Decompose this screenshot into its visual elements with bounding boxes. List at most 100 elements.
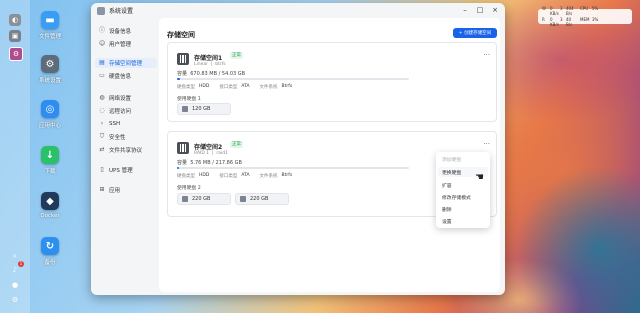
sidebar-item-security[interactable]: ⛉ 安全性 (95, 132, 157, 142)
apps-grid-icon[interactable]: ⚙ (9, 47, 23, 61)
maximize-button[interactable]: □ (476, 6, 484, 14)
pool-context-menu: 添加硬盘 更换硬盘 扩容 修改存储模式 删除 设置 (436, 152, 490, 228)
docker-icon: ◆ (41, 192, 59, 210)
window-title: 系统设置 (109, 8, 134, 15)
capacity-label: 容量 (177, 160, 188, 166)
sidebar-item-label: 设备信息 (109, 29, 132, 35)
filesystem-label: 文件系统 (259, 174, 278, 179)
app-docker[interactable]: ◆ Docker (35, 192, 65, 219)
settings-sidebar: ⓘ 设备信息 ☺ 用户管理 ▤ 存储空间管理 ▭ 硬盘信息 ◍ 网络设置 ◌ 远程访问 › S… (91, 18, 157, 295)
sidebar-item-users[interactable]: ☺ 用户管理 (95, 39, 157, 49)
hdd-icon (182, 106, 188, 112)
sidebar-item-label: 存储空间管理 (109, 61, 143, 67)
left-dock: ◐ ▣ ⚙ ⌕ ♪ 1 ● ⚙ (0, 0, 30, 313)
backup-icon: ↻ (41, 237, 59, 255)
interface-label: 接口类型 (219, 174, 238, 179)
disk-type-value: HDD (199, 173, 210, 178)
user-icon[interactable]: ● (9, 279, 21, 291)
read-label: R (542, 17, 545, 22)
sidebar-item-network[interactable]: ◍ 网络设置 (95, 93, 157, 103)
hand-cursor-icon: ☚ (475, 172, 484, 183)
more-options-icon[interactable]: ··· (483, 51, 490, 59)
info-icon: ⓘ (99, 27, 106, 34)
sidebar-item-label: 安全性 (109, 135, 126, 141)
disk-chip[interactable]: 220 GB (177, 193, 231, 205)
app-file-manager[interactable]: ▬ 文件管理 (35, 11, 65, 40)
status-badge: 正常 (230, 52, 243, 59)
window-titlebar[interactable]: 系统设置 – □ × (91, 3, 505, 18)
app-download[interactable]: ↓ 下载 (35, 146, 65, 175)
capacity-label: 容量 (177, 71, 188, 77)
sidebar-item-ssh[interactable]: › SSH (95, 119, 157, 129)
storage-pool-icon (177, 142, 189, 154)
menu-item-replace-disk[interactable]: 更换硬盘 (442, 169, 461, 176)
hdd-icon (240, 196, 246, 202)
filesystem-label: 文件系统 (259, 85, 278, 90)
app-system-settings[interactable]: ⚙ 系统设置 (35, 55, 65, 84)
minimize-button[interactable]: – (461, 6, 469, 14)
remote-icon: ◌ (99, 107, 105, 114)
apps-icon: ⊞ (99, 186, 105, 193)
disk-type-label: 硬盘类型 (177, 85, 195, 90)
app-app-center[interactable]: ◎ 应用中心 (35, 100, 65, 129)
shield-icon: ⛉ (99, 133, 105, 140)
pool-fs-short: raid1 (216, 151, 228, 156)
write-label: W (542, 6, 546, 11)
menu-item-expand[interactable]: 扩容 (442, 182, 452, 189)
sidebar-item-label: UPS 管理 (109, 168, 133, 174)
app-center-icon: ◎ (41, 100, 59, 118)
storage-icon: ▤ (99, 59, 105, 66)
interface-label: 接口类型 (219, 85, 238, 90)
network-icon: ◍ (99, 94, 105, 101)
disks-used-label: 使用硬盘 1 (177, 97, 201, 102)
cpu-value: 5% (592, 6, 599, 11)
disk-chip[interactable]: 120 GB (177, 103, 231, 115)
sidebar-item-label: 远程访问 (109, 109, 132, 115)
user-icon: ☺ (99, 40, 106, 47)
interface-value: ATA (241, 173, 250, 178)
interface-value: ATA (241, 84, 250, 89)
pool-capacity: 容量 5.76 MB / 217.86 GB (177, 159, 242, 166)
capacity-bar (177, 78, 409, 80)
menu-item-change-mode[interactable]: 修改存储模式 (442, 194, 471, 201)
close-button[interactable]: × (491, 6, 499, 14)
cpu-label: CPU (580, 6, 589, 11)
settings-app-icon (97, 6, 105, 15)
disk-chip[interactable]: 220 GB (235, 193, 289, 205)
page-title: 存储空间 (167, 31, 195, 39)
disk-type-value: HDD (199, 84, 210, 89)
settings-icon[interactable]: ⚙ (9, 294, 21, 306)
app-backup[interactable]: ↻ 备份 (35, 237, 65, 266)
hide-icon[interactable]: ◐ (9, 14, 21, 26)
storage-pool-icon (177, 53, 189, 65)
sidebar-item-disk-info[interactable]: ▭ 硬盘信息 (95, 71, 157, 81)
write-count: 3 (560, 6, 563, 11)
ups-icon: ▯ (100, 166, 104, 173)
sidebar-item-storage[interactable]: ▤ 存储空间管理 (95, 58, 157, 68)
read-count: 3 (560, 17, 563, 22)
read-rate: 0 KB/s (550, 17, 559, 27)
desktop-icon[interactable]: ▣ (9, 30, 21, 42)
share-icon: ⇄ (99, 146, 105, 153)
sidebar-item-remote[interactable]: ◌ 远程访问 (95, 106, 157, 116)
settings-window: 系统设置 – □ × ⓘ 设备信息 ☺ 用户管理 ▤ 存储空间管理 ▭ 硬盘信息 ◍ 网络… (91, 3, 505, 295)
menu-item-delete[interactable]: 删除 (442, 206, 452, 213)
filesystem-value: Btrfs (281, 84, 293, 89)
menu-item-settings[interactable]: 设置 (442, 218, 452, 225)
sidebar-item-ups[interactable]: ▯ UPS 管理 (95, 165, 157, 175)
terminal-icon: › (100, 120, 104, 127)
more-options-icon[interactable]: ··· (483, 140, 490, 148)
menu-item-add-disk[interactable]: 添加硬盘 (442, 156, 461, 163)
create-storage-button[interactable]: + 创建存储空间 (453, 28, 497, 38)
sidebar-item-apps[interactable]: ⊞ 应用 (95, 185, 157, 195)
sidebar-item-label: 文件共享协议 (109, 148, 143, 154)
mem-label: MEM (580, 17, 590, 22)
pool-properties: 硬盘类型 HDD 接口类型 ATA 文件系统 Btrfs (177, 84, 302, 90)
capacity-bar (177, 167, 409, 169)
notification-badge: 1 (18, 261, 24, 267)
capacity-value: 670.83 MB / 54.03 GB (190, 71, 246, 77)
sidebar-item-device-info[interactable]: ⓘ 设备信息 (95, 26, 157, 36)
sidebar-item-file-sharing[interactable]: ⇄ 文件共享协议 (95, 145, 157, 155)
write-rate: 0 KB/s (550, 6, 559, 16)
sidebar-item-label: SSH (109, 121, 121, 127)
